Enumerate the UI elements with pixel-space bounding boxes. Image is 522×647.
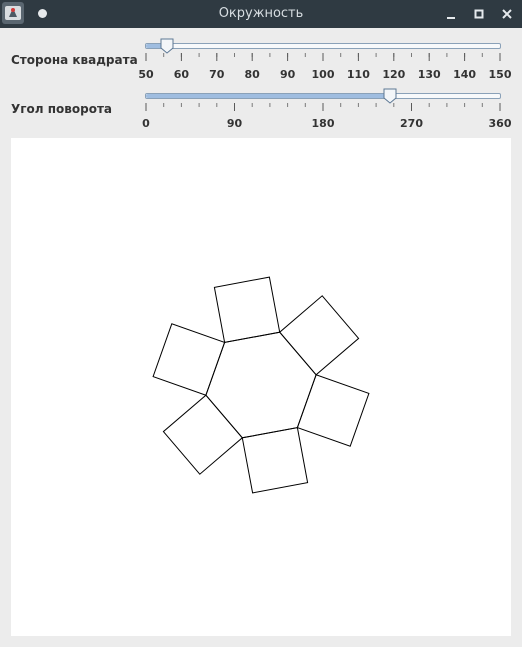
tick-label: 110	[346, 68, 370, 81]
hexagon-shape	[205, 331, 317, 439]
tick-label: 90	[279, 68, 296, 81]
side-slider-label: Сторона квадрата	[11, 53, 138, 67]
tick-label: 120	[382, 68, 406, 81]
angle-slider-fill	[146, 94, 390, 98]
tick-label: 180	[311, 117, 335, 130]
drawing-svg	[152, 276, 370, 494]
tick-label: 100	[311, 68, 335, 81]
tick-label: 80	[244, 68, 260, 81]
title-bar: Окружность	[0, 0, 522, 28]
tick-label: 270	[400, 117, 423, 130]
tick-label: 70	[209, 68, 225, 81]
tick-label: 150	[488, 68, 512, 81]
minimize-icon	[447, 17, 455, 19]
tick-label: 140	[453, 68, 477, 81]
maximize-icon	[474, 9, 484, 19]
square-shape	[152, 323, 226, 396]
square-shape	[278, 295, 360, 376]
angle-slider-track[interactable]	[145, 93, 501, 99]
square-shape	[213, 276, 281, 343]
side-slider-track[interactable]	[145, 43, 501, 49]
drawing-canvas	[11, 138, 511, 636]
side-slider-thumb[interactable]	[160, 38, 174, 54]
tick-label: 50	[138, 68, 154, 81]
maximize-button[interactable]	[469, 4, 489, 24]
tick-label: 360	[488, 117, 512, 130]
tick-label: 60	[173, 68, 190, 81]
square-shape	[241, 427, 309, 494]
close-icon	[502, 9, 512, 19]
angle-slider-label: Угол поворота	[11, 102, 112, 116]
angle-slider-thumb[interactable]	[383, 88, 397, 104]
close-button[interactable]	[497, 4, 517, 24]
square-shape	[296, 374, 370, 447]
tick-label: 130	[417, 68, 441, 81]
tick-label: 90	[226, 117, 243, 130]
tick-label: 0	[142, 117, 150, 130]
minimize-button[interactable]	[441, 4, 461, 24]
square-shape	[162, 394, 244, 475]
